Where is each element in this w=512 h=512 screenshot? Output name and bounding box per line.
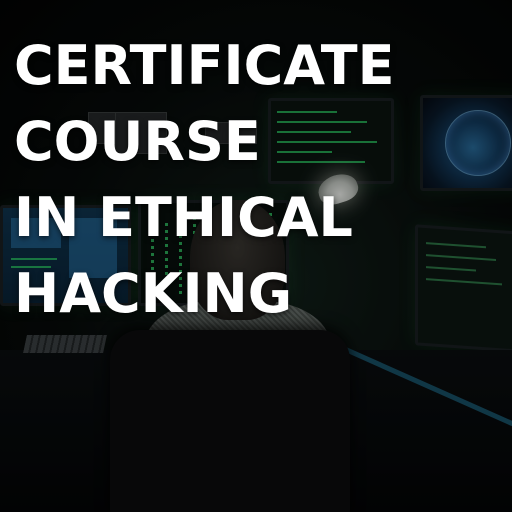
headline-line-3: IN ETHICAL (14, 186, 353, 249)
poster: CERTIFICATE COURSE IN ETHICAL HACKING (0, 0, 512, 512)
headline-line-1: CERTIFICATE (14, 34, 395, 97)
headline-line-4: HACKING (14, 262, 293, 325)
headline-line-2: COURSE (14, 110, 261, 173)
headline: CERTIFICATE COURSE IN ETHICAL HACKING (14, 28, 395, 332)
